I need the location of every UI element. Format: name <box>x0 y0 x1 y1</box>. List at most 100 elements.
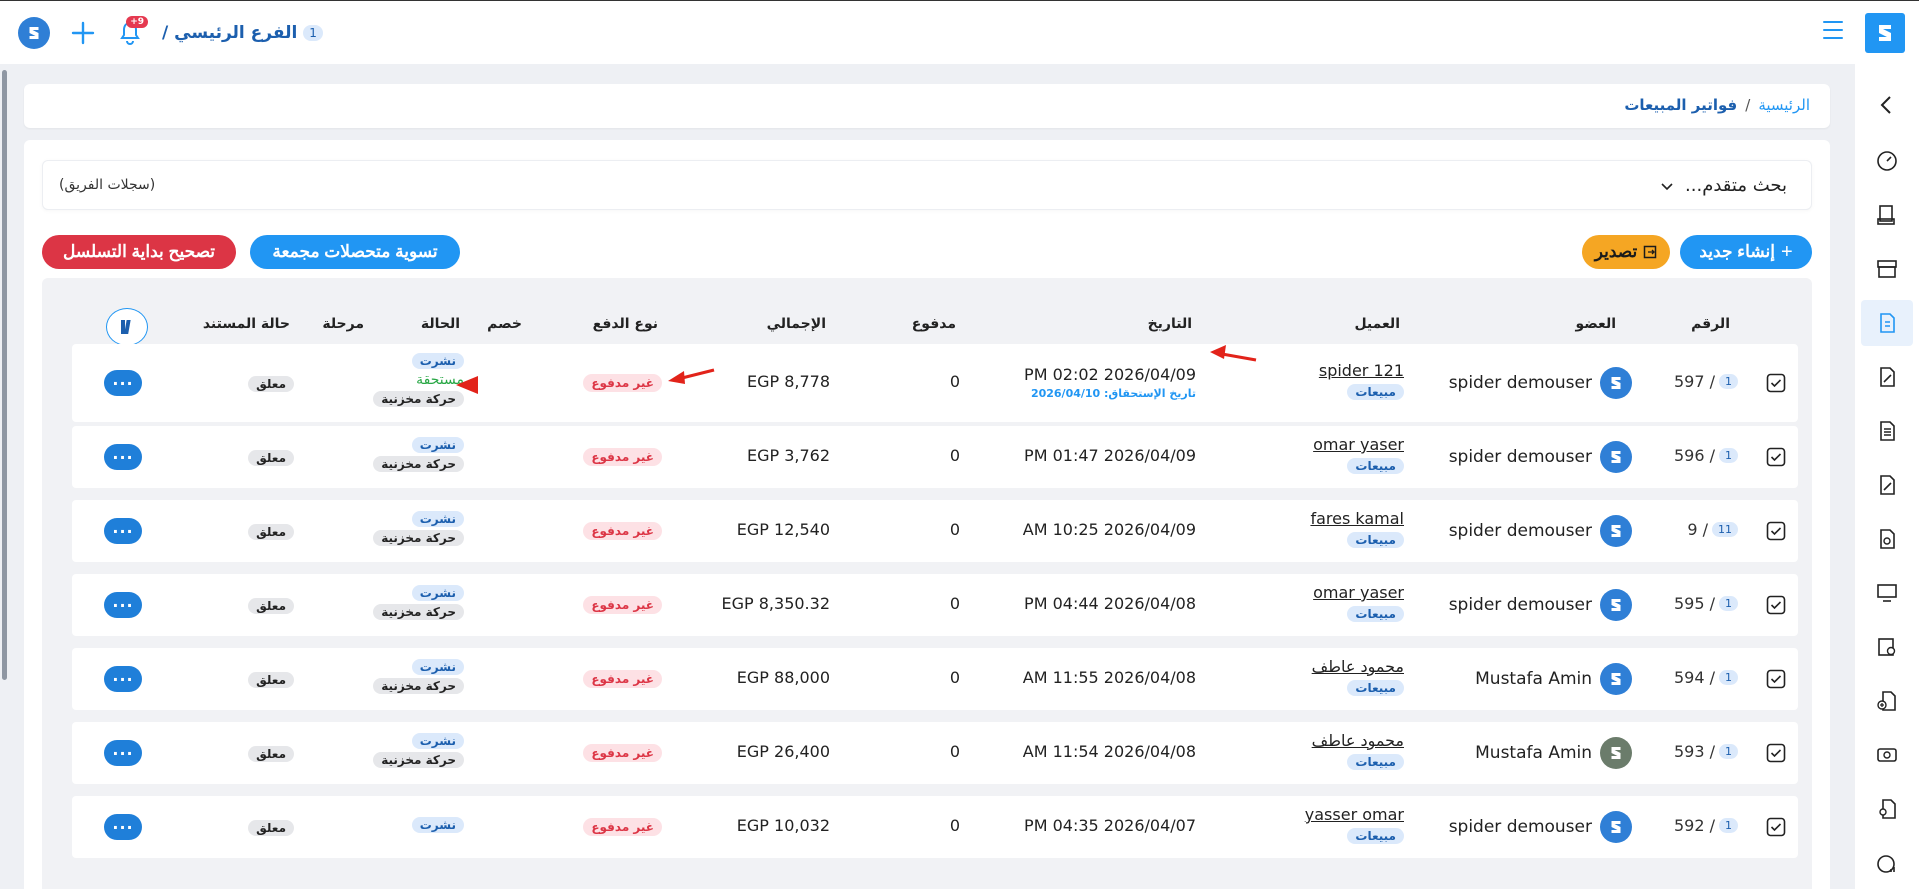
row-actions-button[interactable]: ··· <box>104 370 142 396</box>
sidebar-cash-icon[interactable] <box>1861 732 1913 778</box>
total-amount: EGP 12,540 <box>736 520 830 539</box>
scrollbar-thumb[interactable] <box>2 70 7 680</box>
row-checkbox[interactable] <box>1766 373 1786 397</box>
client-link[interactable]: omar yaser <box>1313 583 1404 602</box>
avatar-logo-icon <box>1611 599 1621 611</box>
sidebar-collapse-icon[interactable] <box>1861 82 1913 128</box>
invoice-date: AM 11:54 2026/04/08 <box>1022 742 1196 761</box>
row-checkbox[interactable] <box>1766 595 1786 619</box>
branch-selector[interactable]: 1 الفرع الرئيسي / <box>162 23 323 43</box>
client-cell: محمود عاطف مبيعات <box>1312 731 1404 770</box>
sidebar-document-icon[interactable] <box>1861 408 1913 454</box>
table-row[interactable]: 592 / 1 spider demouser yasser omar مبيعات PM… <box>72 796 1798 858</box>
create-new-button[interactable]: + إنشاء جديد <box>1680 235 1812 269</box>
payment-type-cell: غير مدفوع <box>583 668 662 688</box>
row-actions-button[interactable]: ··· <box>104 740 142 766</box>
sidebar-reports-icon[interactable] <box>1861 840 1913 886</box>
annotation-arrow-icon <box>1210 345 1257 362</box>
doc-status-badge: معلق <box>248 598 294 614</box>
header-stage[interactable]: مرحلة <box>322 316 364 332</box>
table-row[interactable]: 595 / 1 spider demouser omar yaser مبيعات PM … <box>72 574 1798 636</box>
user-avatar[interactable] <box>18 17 50 49</box>
client-link[interactable]: محمود عاطف <box>1312 657 1404 676</box>
header-status[interactable]: الحالة <box>421 316 460 332</box>
sidebar-sales-invoices-icon[interactable] <box>1861 300 1913 346</box>
advanced-search-toggle[interactable]: بحث متقدم... <box>1659 175 1787 196</box>
export-button[interactable]: تصدير <box>1582 235 1670 269</box>
invoice-number-value: 596 / <box>1673 446 1715 465</box>
menu-icon[interactable] <box>1823 21 1843 39</box>
date-cell: PM 04:44 2026/04/08 <box>1024 594 1196 613</box>
chevron-down-icon <box>1661 182 1673 190</box>
client-link[interactable]: spider 121 <box>1319 361 1404 380</box>
invoice-number: 596 / 1 <box>1674 446 1738 465</box>
header-total[interactable]: الإجمالي <box>767 316 826 332</box>
table-row[interactable]: 596 / 1 spider demouser omar yaser مبيعات PM … <box>72 426 1798 488</box>
row-actions-button[interactable]: ··· <box>104 444 142 470</box>
sidebar-monitor-icon[interactable] <box>1861 570 1913 616</box>
table-row[interactable]: 593 / 1 Mustafa Amin محمود عاطف مبيعات AM 11:… <box>72 722 1798 784</box>
client-link[interactable]: omar yaser <box>1313 435 1404 454</box>
sales-tag: مبيعات <box>1347 532 1404 548</box>
header-member[interactable]: العضو <box>1575 316 1616 332</box>
row-actions-button[interactable]: ··· <box>104 518 142 544</box>
sidebar-dashboard-icon[interactable] <box>1861 138 1913 184</box>
sidebar-pos-icon[interactable] <box>1861 192 1913 238</box>
invoice-date: AM 11:55 2026/04/08 <box>1022 668 1196 687</box>
header-date[interactable]: التاريخ <box>1148 316 1192 332</box>
date-cell: PM 01:47 2026/04/09 <box>1024 446 1196 465</box>
client-link[interactable]: fares kamal <box>1310 509 1404 528</box>
row-checkbox[interactable] <box>1766 521 1786 545</box>
stock-movement-badge: حركة مخزنية <box>373 678 464 694</box>
member-avatar <box>1600 441 1632 473</box>
row-actions-button[interactable]: ··· <box>104 592 142 618</box>
fix-sequence-button[interactable]: تصحيح بداية التسلسل <box>42 235 236 269</box>
column-visibility-button[interactable] <box>106 308 148 346</box>
invoice-number: 9 / 11 <box>1687 520 1738 539</box>
breadcrumb-home-link[interactable]: الرئيسية <box>1758 96 1810 114</box>
header-doc-status[interactable]: حالة المستند <box>203 316 290 332</box>
doc-status-badge: معلق <box>248 672 294 688</box>
row-checkbox[interactable] <box>1766 743 1786 767</box>
row-checkbox[interactable] <box>1766 669 1786 693</box>
sidebar-returns-icon[interactable] <box>1861 462 1913 508</box>
payment-type-cell: غير مدفوع <box>583 594 662 614</box>
sidebar-users-doc-icon[interactable] <box>1861 786 1913 832</box>
sidebar-settings-doc-icon[interactable] <box>1861 624 1913 670</box>
stock-movement-badge: حركة مخزنية <box>373 456 464 472</box>
add-icon[interactable] <box>68 18 98 48</box>
sidebar-store-icon[interactable] <box>1861 246 1913 292</box>
header-paid[interactable]: مدفوع <box>912 316 956 332</box>
table-row[interactable]: 594 / 1 Mustafa Amin محمود عاطف مبيعات AM 11:… <box>72 648 1798 710</box>
main-card: بحث متقدم... (سجلات الفريق) + إنشاء جديد… <box>24 140 1830 889</box>
sidebar-add-doc-icon[interactable] <box>1861 678 1913 724</box>
notifications-button[interactable]: +9 <box>116 16 148 48</box>
sidebar-credit-icon[interactable] <box>1861 516 1913 562</box>
header-discount[interactable]: خصم <box>487 316 522 332</box>
row-checkbox[interactable] <box>1766 447 1786 471</box>
header-client[interactable]: العميل <box>1354 316 1400 332</box>
member-avatar <box>1600 811 1632 843</box>
bulk-settlement-button[interactable]: تسوية متحصلات مجمعة <box>250 235 460 269</box>
header-payment-type[interactable]: نوع الدفع <box>593 316 658 332</box>
status-cell: نشرت حركة مخزنية <box>373 437 464 472</box>
table-row[interactable]: 597 / 1 spider demouser spider 121 مبيعات PM … <box>72 344 1798 422</box>
team-logs-link[interactable]: (سجلات الفريق) <box>59 177 155 193</box>
doc-status-cell: معلق <box>248 817 294 836</box>
header-number[interactable]: الرقم <box>1691 316 1730 332</box>
row-actions-button[interactable]: ··· <box>104 814 142 840</box>
client-link[interactable]: yasser omar <box>1305 805 1404 824</box>
sales-tag: مبيعات <box>1347 754 1404 770</box>
page-scrollbar[interactable] <box>0 64 8 889</box>
doc-status-badge: معلق <box>248 376 294 392</box>
invoice-number-value: 593 / <box>1673 742 1715 761</box>
advanced-search-panel[interactable]: بحث متقدم... (سجلات الفريق) <box>42 160 1812 210</box>
sidebar-discount-icon[interactable] <box>1861 354 1913 400</box>
client-link[interactable]: محمود عاطف <box>1312 731 1404 750</box>
row-actions-button[interactable]: ··· <box>104 666 142 692</box>
invoice-series-pill: 1 <box>1719 596 1738 611</box>
row-checkbox[interactable] <box>1766 817 1786 841</box>
total-amount: EGP 26,400 <box>736 742 830 761</box>
app-logo[interactable] <box>1865 13 1905 53</box>
table-row[interactable]: 9 / 11 spider demouser fares kamal مبيعات AM … <box>72 500 1798 562</box>
